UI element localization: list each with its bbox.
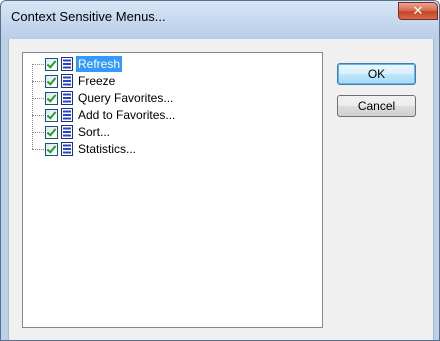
menu-item-icon: [61, 57, 73, 71]
close-icon: ✕: [412, 3, 424, 19]
tree-item-refresh[interactable]: Refresh: [23, 56, 303, 73]
ok-button[interactable]: OK: [337, 63, 416, 85]
menu-item-icon: [61, 108, 73, 122]
tree-branch-line: [32, 149, 44, 150]
checkbox-add-to-favorites[interactable]: [45, 109, 58, 122]
tree-branch-line: [32, 132, 44, 133]
tree-item-label: Add to Favorites...: [78, 108, 176, 122]
tree-item-add-to-favorites[interactable]: Add to Favorites...: [23, 107, 303, 124]
tree-item-sort[interactable]: Sort...: [23, 124, 303, 141]
tree-branch-line: [32, 115, 44, 116]
menu-item-icon: [61, 142, 73, 156]
close-button[interactable]: ✕: [398, 2, 438, 20]
checkbox-refresh[interactable]: [45, 58, 58, 71]
tree-item-query-favorites[interactable]: Query Favorites...: [23, 90, 303, 107]
tree-item-statistics[interactable]: Statistics...: [23, 141, 303, 158]
checkbox-query-favorites[interactable]: [45, 92, 58, 105]
tree-item-label: Sort...: [78, 125, 111, 139]
title-bar[interactable]: Context Sensitive Menus... ✕: [1, 1, 439, 39]
menu-items-tree[interactable]: Refresh Freeze Query Favorites... Add to…: [22, 52, 323, 328]
tree-branch-line: [32, 64, 44, 65]
context-menus-dialog: Context Sensitive Menus... ✕ Refresh Fre…: [0, 0, 440, 341]
window-title: Context Sensitive Menus...: [11, 9, 166, 24]
checkbox-statistics[interactable]: [45, 143, 58, 156]
menu-item-icon: [61, 91, 73, 105]
tree-item-label: Freeze: [78, 74, 116, 88]
tree-item-label: Statistics...: [78, 142, 137, 156]
tree-item-label: Refresh: [76, 56, 123, 72]
menu-item-icon: [61, 74, 73, 88]
dialog-body: Refresh Freeze Query Favorites... Add to…: [8, 39, 434, 340]
tree-branch-line: [32, 81, 44, 82]
menu-item-icon: [61, 125, 73, 139]
checkbox-sort[interactable]: [45, 126, 58, 139]
cancel-button[interactable]: Cancel: [337, 95, 416, 117]
checkbox-freeze[interactable]: [45, 75, 58, 88]
tree-branch-line: [32, 98, 44, 99]
tree-item-label: Query Favorites...: [78, 91, 174, 105]
tree-item-freeze[interactable]: Freeze: [23, 73, 303, 90]
